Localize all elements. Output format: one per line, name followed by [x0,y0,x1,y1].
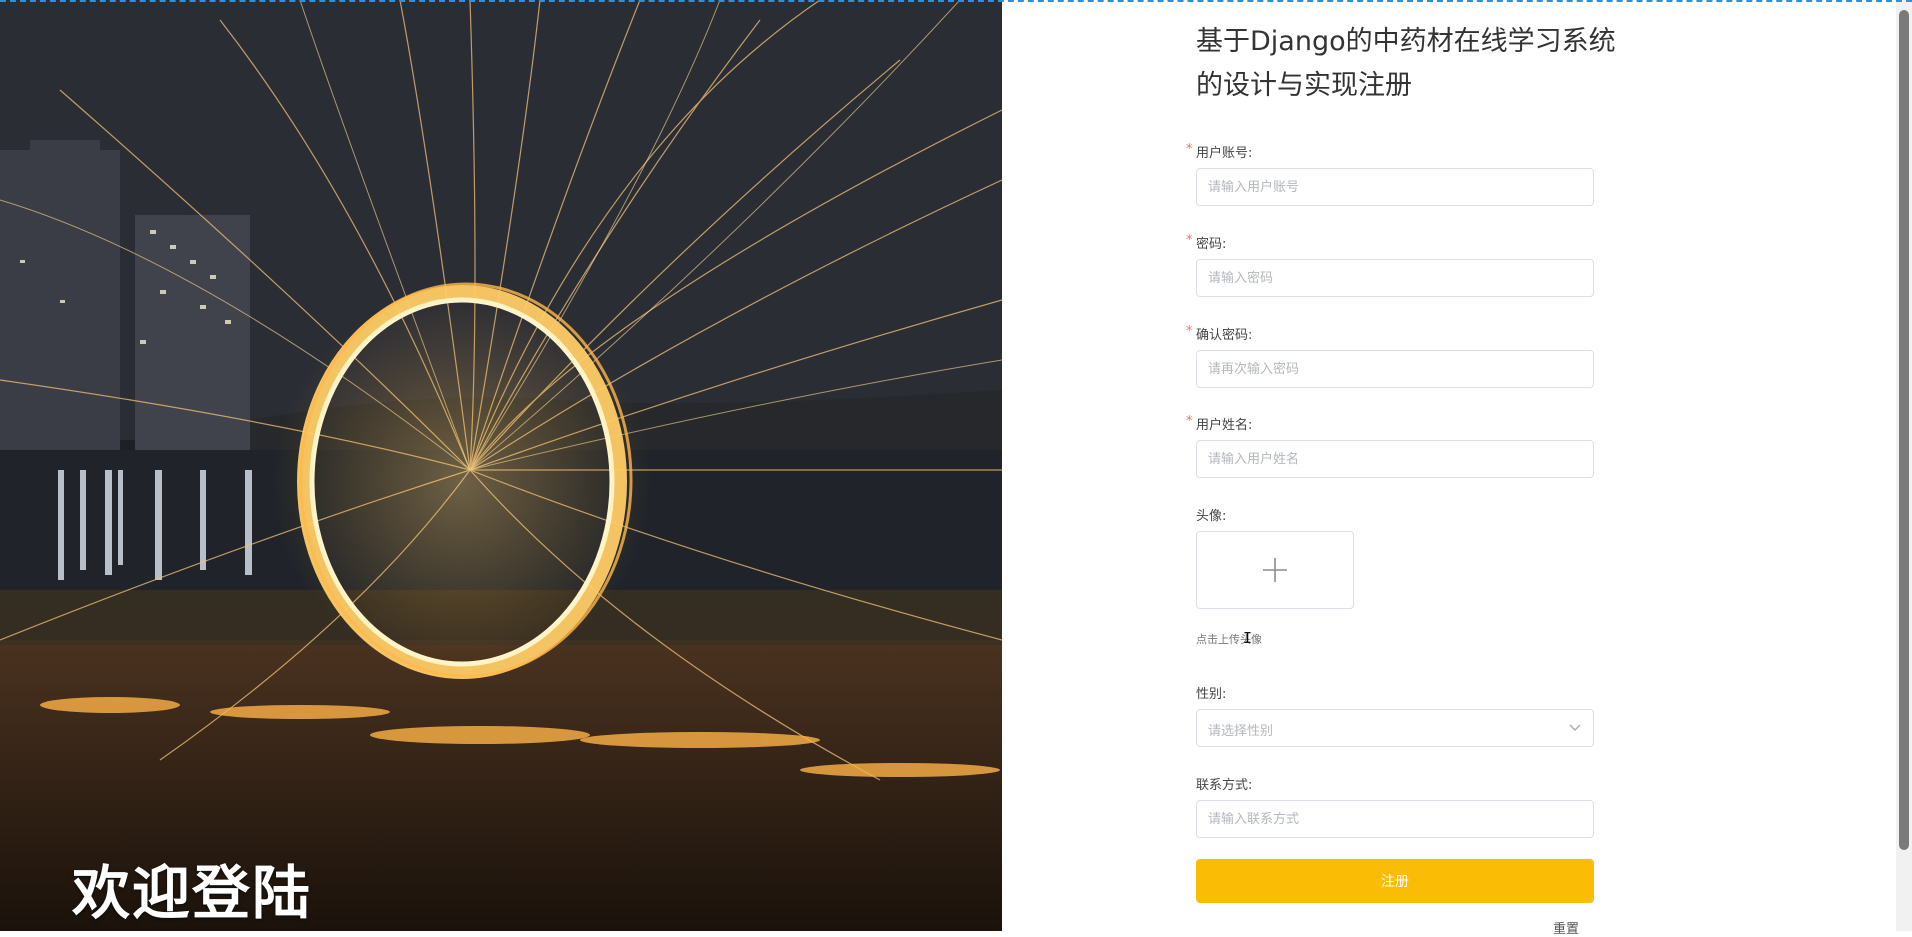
scrollbar-thumb[interactable] [1899,10,1909,850]
required-mark: * [1186,324,1193,339]
confirm-password-input[interactable] [1196,350,1594,388]
hero-photo-illustration [0,0,1002,931]
welcome-caption: 欢迎登陆 [72,859,313,927]
text-cursor-icon: I [1243,629,1253,647]
password-input[interactable] [1196,259,1594,297]
page-scrollbar[interactable] [1896,0,1912,931]
password-label: 密码: [1196,237,1227,252]
gender-label: 性别: [1196,687,1227,702]
plus-icon [1263,558,1287,582]
avatar-upload-hint: 点击上传头像 [1196,633,1262,646]
required-mark: * [1186,414,1193,429]
account-input[interactable] [1196,168,1594,206]
page-title-line2: 的设计与实现注册 [1196,70,1412,101]
reset-link[interactable]: 重置 [1553,918,1579,937]
register-button[interactable]: 注册 [1196,859,1594,903]
confirm-password-label: 确认密码: [1196,328,1253,343]
page-title-line1: 基于Django的中药材在线学习系统 [1196,26,1616,57]
account-label: 用户账号: [1196,146,1253,161]
gender-select-placeholder: 请选择性别 [1208,724,1274,739]
required-mark: * [1186,233,1193,248]
hero-image: 欢迎登陆 [0,0,1002,931]
avatar-label: 头像: [1196,509,1227,524]
contact-input[interactable] [1196,800,1594,838]
gender-select[interactable]: 请选择性别 [1196,709,1594,747]
avatar-upload-button[interactable] [1196,531,1354,609]
required-mark: * [1186,142,1193,157]
chevron-down-icon [1569,724,1581,731]
name-input[interactable] [1196,440,1594,478]
name-label: 用户姓名: [1196,418,1253,433]
top-dashed-border [0,0,1912,2]
register-form: 基于Django的中药材在线学习系统 的设计与实现注册 * 用户账号: * 密码… [1002,0,1896,937]
contact-label: 联系方式: [1196,778,1253,793]
page-title: 基于Django的中药材在线学习系统 的设计与实现注册 [1196,20,1646,108]
